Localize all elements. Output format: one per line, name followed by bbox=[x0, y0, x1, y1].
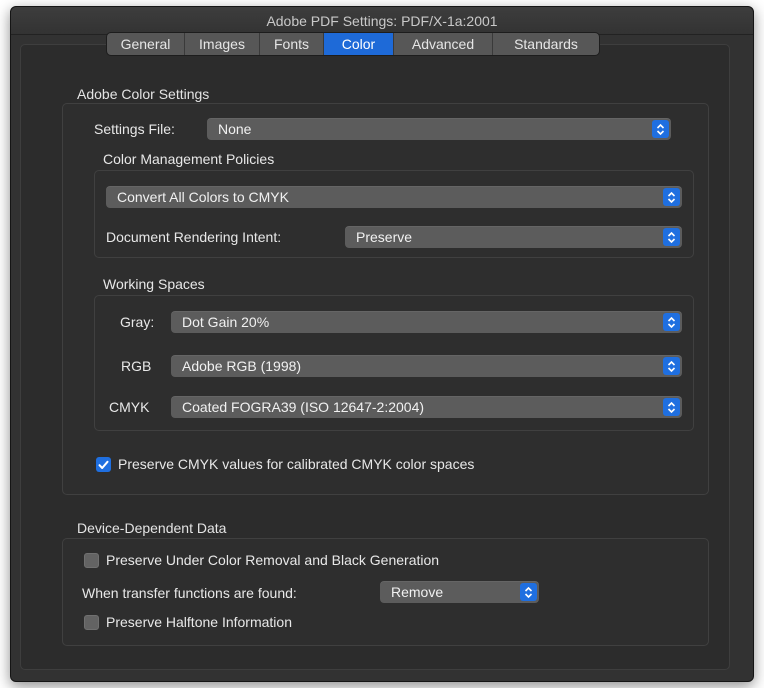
tab-general[interactable]: General bbox=[107, 33, 185, 55]
tab-images[interactable]: Images bbox=[185, 33, 260, 55]
rgb-label: RGB bbox=[121, 358, 152, 374]
device-dependent-heading: Device-Dependent Data bbox=[77, 520, 227, 536]
updown-chevron-icon bbox=[652, 120, 669, 138]
halftone-checkbox[interactable] bbox=[84, 615, 99, 630]
settings-file-label: Settings File: bbox=[94, 121, 175, 137]
tab-fonts[interactable]: Fonts bbox=[260, 33, 324, 55]
rendering-intent-label: Document Rendering Intent: bbox=[106, 229, 282, 245]
updown-chevron-icon bbox=[663, 313, 680, 331]
tab-standards[interactable]: Standards bbox=[493, 33, 599, 55]
window-title: Adobe PDF Settings: PDF/X-1a:2001 bbox=[11, 7, 753, 35]
cmyk-label: CMYK bbox=[109, 399, 150, 415]
updown-chevron-icon bbox=[663, 188, 680, 206]
rgb-space-value: Adobe RGB (1998) bbox=[182, 358, 302, 374]
tab-bar: General Images Fonts Color Advanced Stan… bbox=[106, 32, 600, 56]
rendering-intent-popup[interactable]: Preserve bbox=[345, 226, 682, 248]
updown-chevron-icon bbox=[663, 228, 680, 246]
ucr-label: Preserve Under Color Removal and Black G… bbox=[106, 552, 440, 568]
gray-space-popup[interactable]: Dot Gain 20% bbox=[171, 311, 682, 333]
gray-label: Gray: bbox=[120, 314, 155, 330]
cmyk-space-value: Coated FOGRA39 (ISO 12647-2:2004) bbox=[182, 399, 425, 415]
tab-advanced[interactable]: Advanced bbox=[394, 33, 493, 55]
ucr-checkbox[interactable] bbox=[84, 553, 99, 568]
rendering-intent-value: Preserve bbox=[356, 229, 413, 245]
adobe-color-settings-heading: Adobe Color Settings bbox=[77, 86, 210, 102]
updown-chevron-icon bbox=[520, 583, 537, 601]
updown-chevron-icon bbox=[663, 398, 680, 416]
updown-chevron-icon bbox=[663, 357, 680, 375]
tab-color[interactable]: Color bbox=[324, 33, 394, 55]
preserve-cmyk-label: Preserve CMYK values for calibrated CMYK… bbox=[118, 456, 475, 472]
settings-file-popup[interactable]: None bbox=[207, 118, 671, 140]
cmyk-space-popup[interactable]: Coated FOGRA39 (ISO 12647-2:2004) bbox=[171, 396, 682, 418]
working-spaces-heading: Working Spaces bbox=[103, 276, 205, 292]
preserve-cmyk-checkbox[interactable] bbox=[96, 457, 111, 472]
color-policy-popup[interactable]: Convert All Colors to CMYK bbox=[106, 186, 682, 208]
color-policy-value: Convert All Colors to CMYK bbox=[117, 189, 289, 205]
transfer-functions-value: Remove bbox=[391, 584, 444, 600]
rgb-space-popup[interactable]: Adobe RGB (1998) bbox=[171, 355, 682, 377]
transfer-functions-popup[interactable]: Remove bbox=[380, 581, 539, 603]
halftone-label: Preserve Halftone Information bbox=[106, 614, 292, 630]
settings-file-value: None bbox=[218, 121, 252, 137]
transfer-functions-label: When transfer functions are found: bbox=[82, 585, 297, 601]
gray-space-value: Dot Gain 20% bbox=[182, 314, 270, 330]
checkmark-icon bbox=[98, 460, 109, 469]
color-policies-heading: Color Management Policies bbox=[103, 151, 275, 167]
